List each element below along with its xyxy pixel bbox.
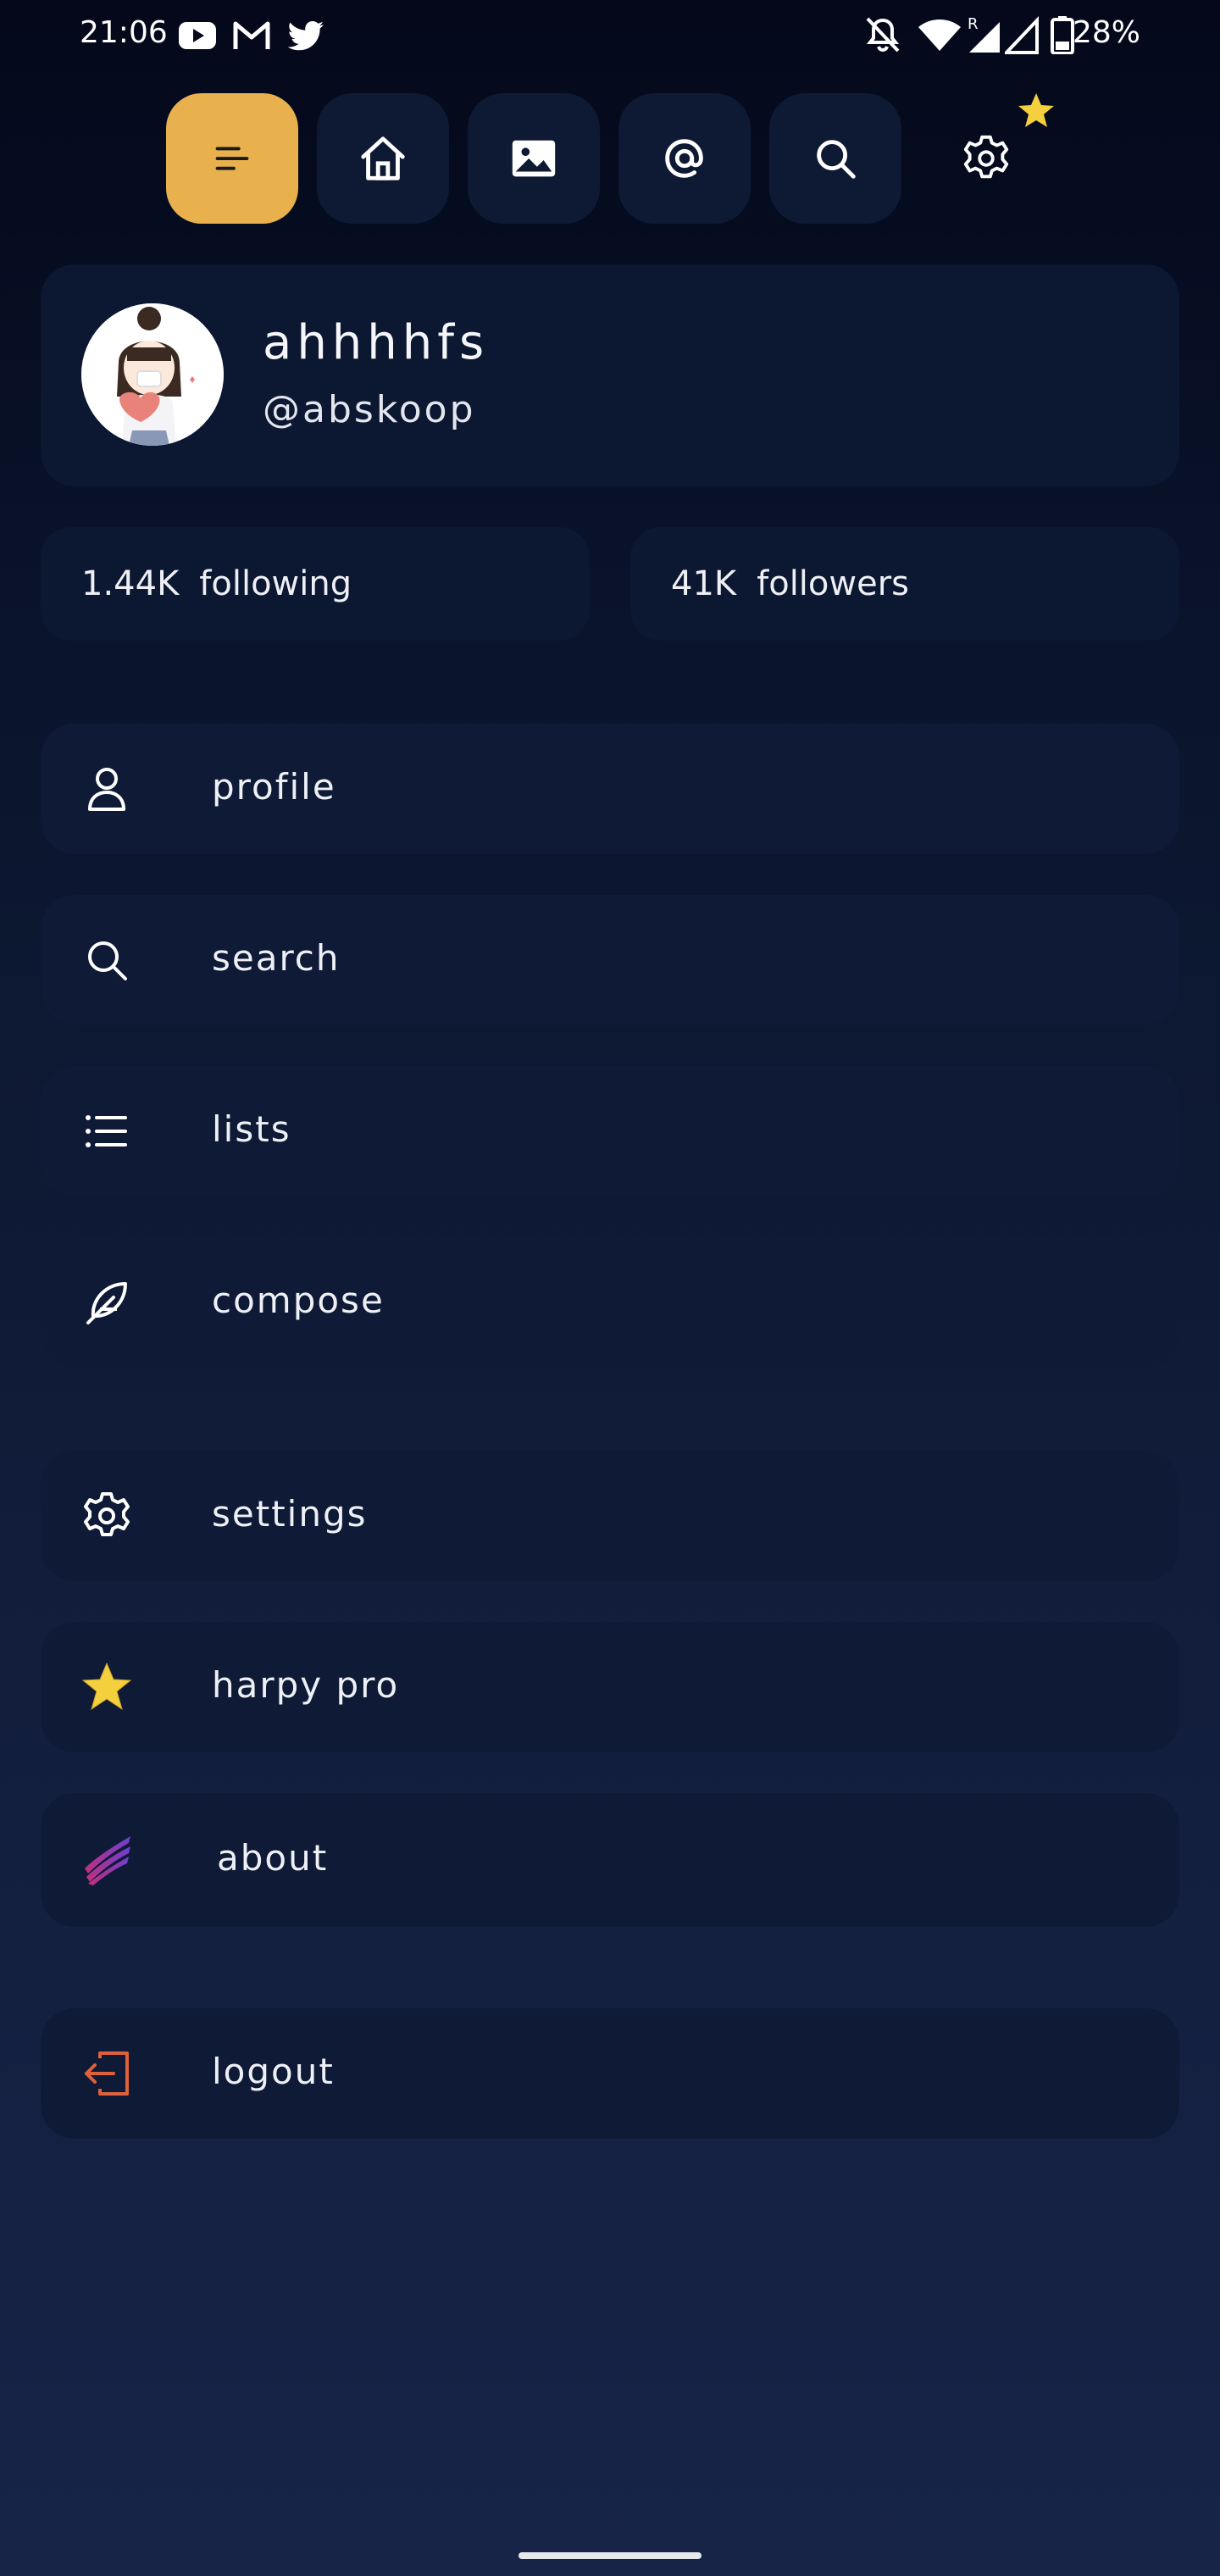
menu-item-logout[interactable]: logout	[41, 2008, 1179, 2139]
menu-item-compose[interactable]: compose	[41, 1237, 1179, 1368]
tab-home[interactable]	[317, 93, 449, 224]
wifi-icon	[918, 19, 961, 51]
user-handle: @abskoop	[263, 388, 476, 431]
status-time: 21:06	[80, 15, 168, 50]
gmail-icon	[233, 21, 270, 49]
menu-item-label: search	[212, 937, 341, 979]
pro-star-badge-icon	[1018, 93, 1054, 127]
display-name: ahhhhfs	[263, 315, 490, 370]
menu-item-label: settings	[212, 1493, 368, 1535]
menu-item-lists[interactable]: lists	[41, 1066, 1179, 1196]
following-label: following	[199, 564, 352, 603]
following-button[interactable]: 1.44K following	[41, 527, 590, 641]
menu-item-label: about	[217, 1837, 329, 1879]
at-icon	[665, 139, 703, 178]
menu-item-profile[interactable]: profile	[41, 724, 1179, 854]
menu-item-label: logout	[212, 2051, 335, 2092]
twitter-icon	[287, 21, 324, 51]
followers-label: followers	[757, 564, 910, 603]
followers-count: 41K	[671, 564, 737, 603]
list-icon	[80, 1104, 134, 1158]
gear-icon	[80, 1489, 134, 1543]
star-icon	[80, 1660, 134, 1714]
feather-icon	[80, 1275, 134, 1330]
youtube-icon	[179, 22, 216, 49]
menu-item-label: compose	[212, 1280, 385, 1321]
notifications-off-icon	[866, 17, 900, 53]
signal-icon	[1005, 15, 1039, 54]
tab-mentions[interactable]	[618, 93, 751, 224]
menu-item-search[interactable]: search	[41, 895, 1179, 1025]
menu-item-settings[interactable]: settings	[41, 1451, 1179, 1581]
tab-search[interactable]	[769, 93, 901, 224]
menu-icon	[215, 147, 249, 170]
followers-button[interactable]: 41K followers	[630, 527, 1179, 641]
image-icon	[512, 140, 556, 177]
profile-card[interactable]: ahhhhfs @abskoop	[41, 264, 1179, 486]
person-icon	[80, 762, 134, 816]
gear-icon	[963, 135, 1009, 179]
menu-item-label: harpy pro	[212, 1664, 400, 1706]
following-count: 1.44K	[81, 564, 180, 603]
avatar[interactable]	[81, 303, 224, 446]
avatar-illustration	[81, 303, 224, 446]
menu-item-label: profile	[212, 766, 336, 808]
menu-item-harpy-pro[interactable]: harpy pro	[41, 1622, 1179, 1752]
search-icon	[80, 933, 134, 987]
search-icon	[817, 140, 856, 179]
logout-icon	[80, 2046, 134, 2101]
tab-menu[interactable]	[166, 93, 298, 224]
menu-item-about[interactable]: about	[41, 1793, 1179, 1927]
svg-text:R: R	[968, 15, 979, 33]
home-icon	[361, 136, 405, 180]
battery-percent: 28%	[1072, 15, 1140, 50]
harpy-logo-icon	[80, 1831, 134, 1885]
status-bar: 21:06 R 28%	[0, 0, 1220, 71]
battery-icon	[1051, 16, 1074, 54]
tab-media[interactable]	[468, 93, 600, 224]
menu-item-label: lists	[212, 1108, 291, 1150]
signal-roaming-icon: R	[968, 15, 1000, 53]
gesture-nav-handle[interactable]	[518, 2552, 702, 2559]
